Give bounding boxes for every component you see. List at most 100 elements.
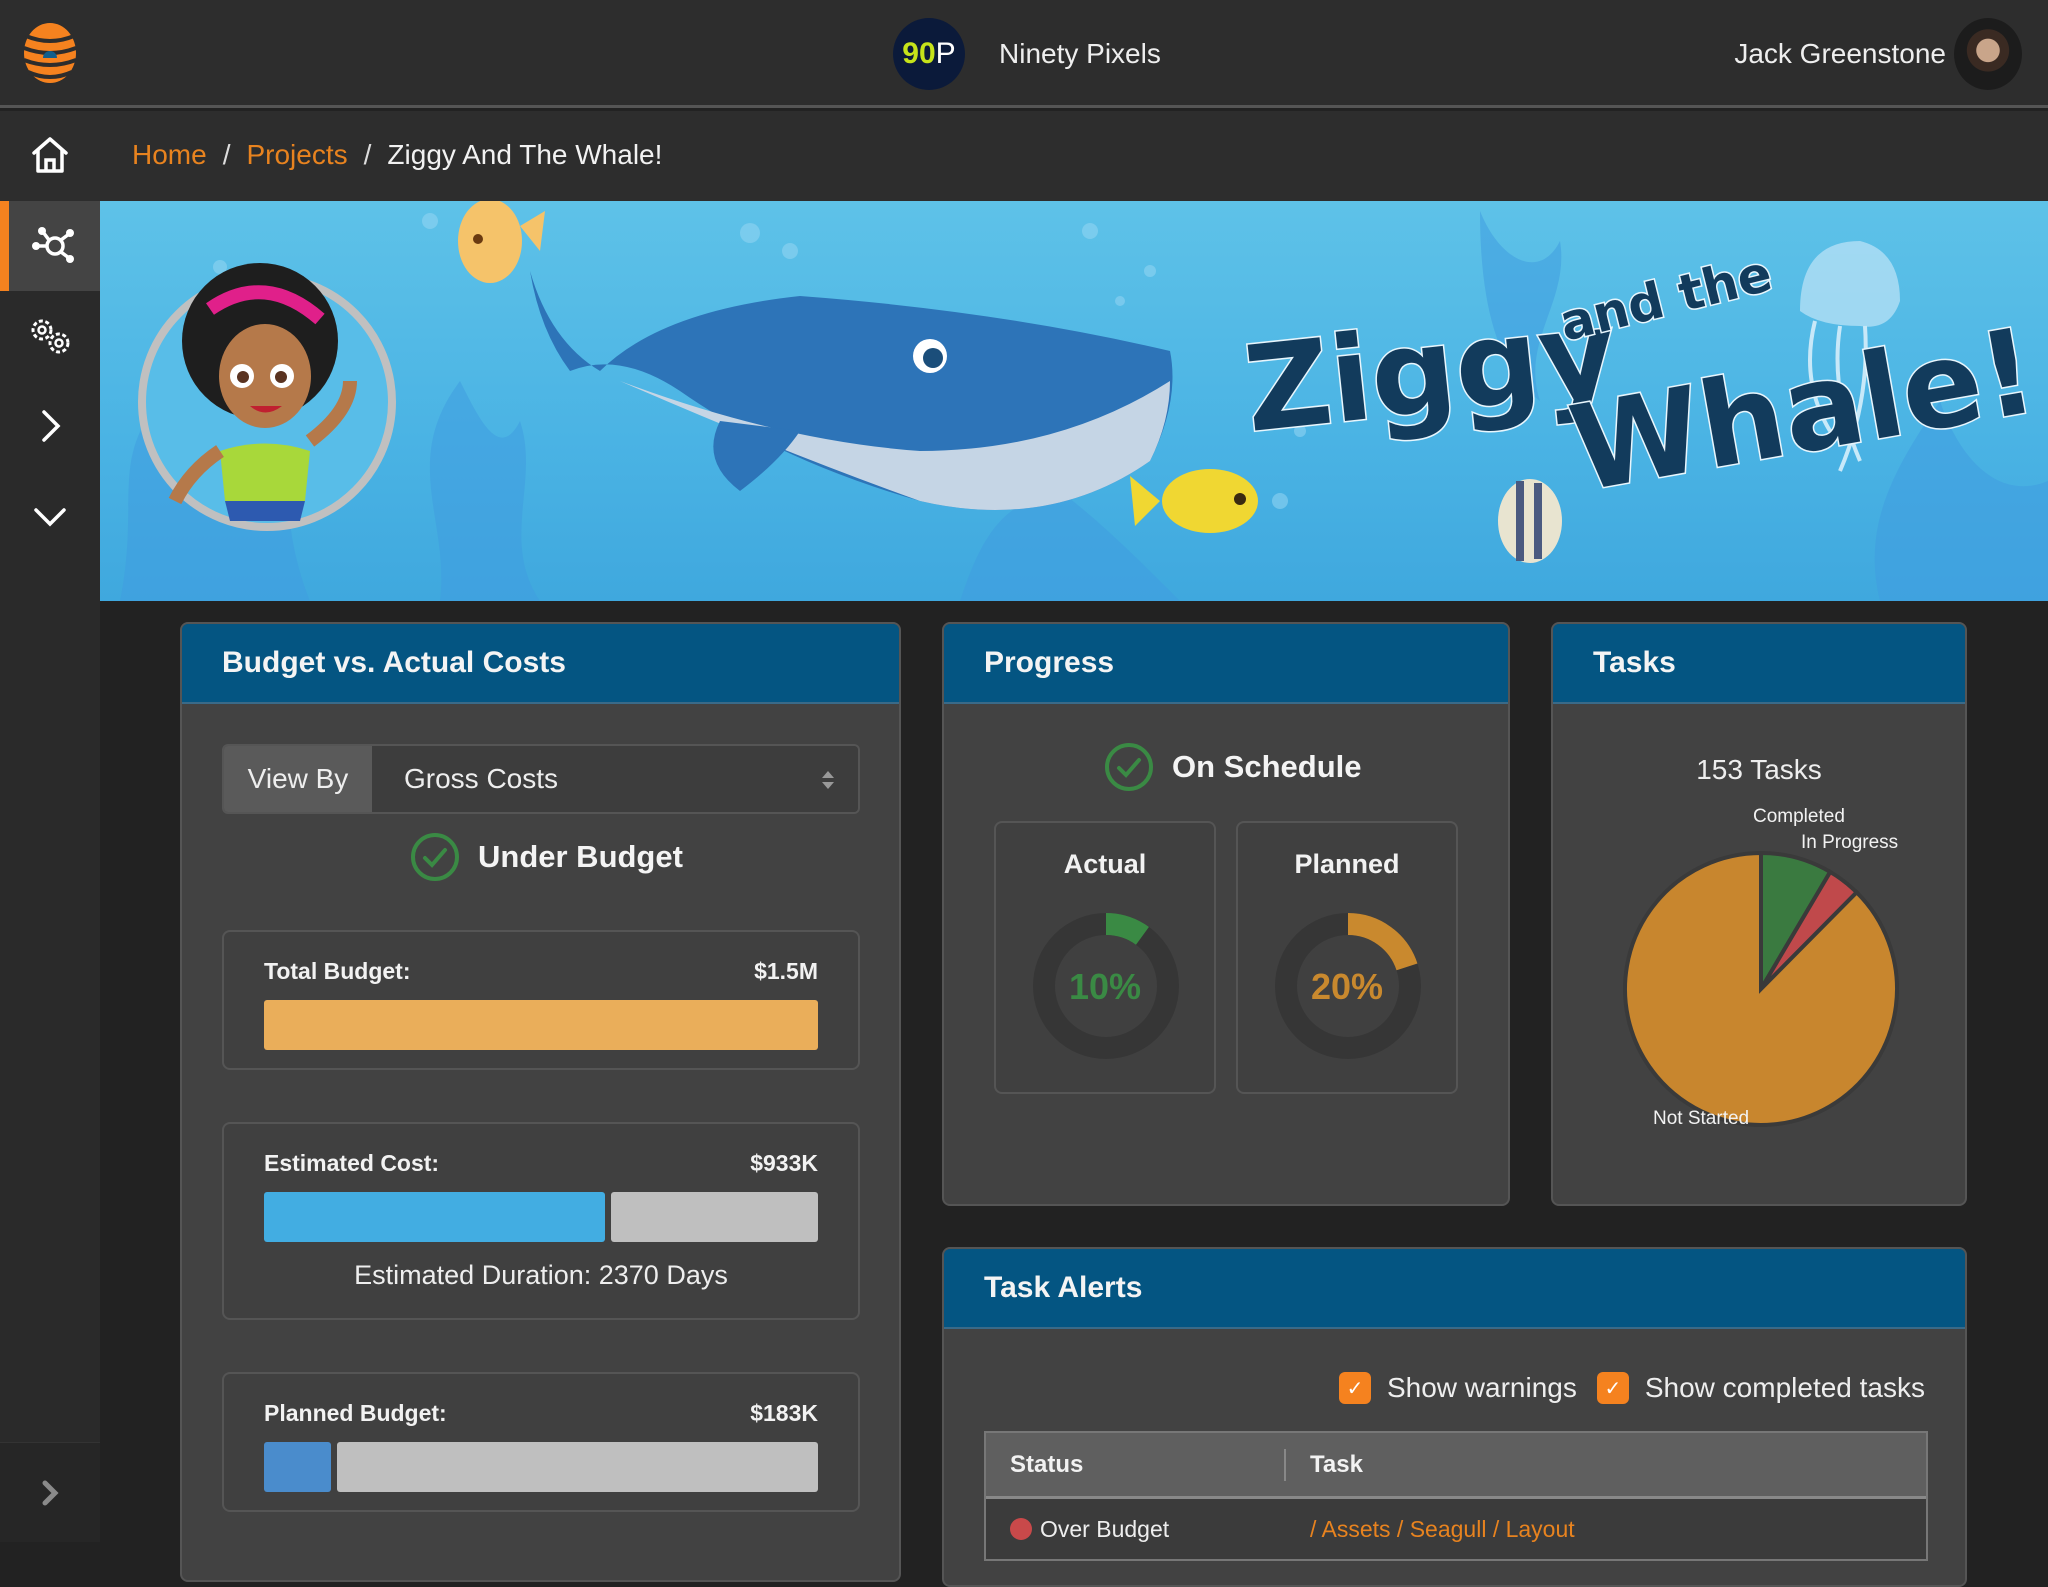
show-warnings-checkbox[interactable]: ✓ Show warnings xyxy=(1338,1372,1577,1404)
view-by-label: View By xyxy=(224,746,372,812)
table-header: Status Task xyxy=(986,1433,1926,1499)
bar-remaining xyxy=(610,1192,818,1242)
user-name: Jack Greenstone xyxy=(1734,38,1946,69)
tasks-card: Tasks 153 Tasks Completed In Progress Not … xyxy=(1551,622,1967,1206)
checkbox-checked-icon[interactable]: ✓ xyxy=(1338,1372,1371,1404)
gauge-fill xyxy=(1105,913,1149,946)
view-by-value: Gross Costs xyxy=(404,763,559,794)
badge-number: 90 xyxy=(902,37,936,70)
checkbox-checked-icon[interactable]: ✓ xyxy=(1596,1372,1629,1404)
check-circle-icon xyxy=(1105,743,1153,791)
bar-remaining xyxy=(336,1442,818,1492)
breadcrumb-current: Ziggy And The Whale! xyxy=(387,139,663,170)
table-row[interactable]: Over Budget / Assets / Seagull / Layout xyxy=(986,1499,1926,1559)
show-warnings-label: Show warnings xyxy=(1386,1372,1577,1403)
whale-illustration xyxy=(530,271,1173,510)
row-status: Over Budget xyxy=(986,1516,1286,1543)
task-alerts-title: Task Alerts xyxy=(944,1249,1965,1329)
select-arrows-icon xyxy=(822,771,834,789)
breadcrumb-separator: / xyxy=(222,139,231,170)
planned-budget-value: $183K xyxy=(750,1400,818,1426)
planned-budget-metric: Planned Budget: $183K xyxy=(222,1372,860,1512)
sidebar-toggle[interactable] xyxy=(0,1442,100,1542)
breadcrumb-separator: / xyxy=(363,139,372,170)
chevron-down-icon xyxy=(34,508,66,527)
bar-fill xyxy=(264,1000,818,1050)
budget-status-text: Under Budget xyxy=(478,839,683,874)
planned-gauge-label: Planned xyxy=(1294,849,1400,879)
bar-fill xyxy=(264,1442,331,1492)
sidebar-item-expand[interactable] xyxy=(0,381,100,471)
organization-name: Ninety Pixels xyxy=(999,38,1161,69)
sidebar-item-collapse[interactable] xyxy=(0,471,100,561)
view-by-control: View By Gross Costs xyxy=(222,744,860,814)
breadcrumb-projects[interactable]: Projects xyxy=(246,139,347,171)
organization-badge: 90 P xyxy=(893,18,965,90)
progress-card-title: Progress xyxy=(944,624,1508,704)
estimated-duration: Estimated Duration: 2370 Days xyxy=(354,1260,728,1290)
user-menu[interactable]: Jack Greenstone xyxy=(1734,18,2022,90)
character-avatar xyxy=(138,263,396,531)
breadcrumb: Home / Projects / Ziggy And The Whale! xyxy=(132,139,662,171)
status-dot-icon xyxy=(1010,1518,1032,1540)
network-nodes-icon xyxy=(31,227,74,263)
budget-card: Budget vs. Actual Costs View By Gross Co… xyxy=(180,622,901,1582)
schedule-status-text: On Schedule xyxy=(1172,749,1362,784)
tasks-total: 153 Tasks xyxy=(1696,754,1822,785)
gauge-fill xyxy=(1347,913,1418,971)
gears-icon xyxy=(31,319,70,354)
ocean-illustration: Ziggy and the Whale! xyxy=(120,201,2048,601)
breadcrumb-home[interactable]: Home xyxy=(132,139,207,171)
row-task-link[interactable]: / Assets / Seagull / Layout xyxy=(1286,1516,1575,1543)
planned-gauge-value: 20% xyxy=(1310,966,1384,1007)
budget-status: Under Budget xyxy=(410,832,683,882)
schedule-status: On Schedule xyxy=(1104,742,1361,792)
sidebar xyxy=(0,201,100,1542)
pie-label: Completed xyxy=(1753,806,1845,827)
actual-progress-gauge: Actual 10% xyxy=(994,821,1216,1094)
chevron-right-icon xyxy=(42,410,61,442)
top-bar: 90 P Ninety Pixels Jack Greenstone xyxy=(0,0,2048,108)
project-banner: Ziggy and the Whale! xyxy=(100,201,2048,601)
actual-gauge-value: 10% xyxy=(1068,966,1142,1007)
planned-progress-gauge: Planned 20% xyxy=(1236,821,1458,1094)
estimated-cost-value: $933K xyxy=(750,1150,818,1176)
show-completed-checkbox[interactable]: ✓ Show completed tasks xyxy=(1596,1372,1925,1404)
sidebar-item-network[interactable] xyxy=(0,201,100,291)
total-budget-metric: Total Budget: $1.5M xyxy=(222,930,860,1070)
estimated-cost-metric: Estimated Cost: $933K Estimated Duration… xyxy=(222,1122,860,1320)
tasks-card-title: Tasks xyxy=(1553,624,1965,704)
progress-card: Progress On Schedule Actual 10% Planned … xyxy=(942,622,1510,1206)
budget-card-title: Budget vs. Actual Costs xyxy=(182,624,899,704)
check-circle-icon xyxy=(411,833,459,881)
row-status-text: Over Budget xyxy=(1040,1515,1170,1542)
organization[interactable]: 90 P Ninety Pixels xyxy=(893,18,1161,90)
pie-label: In Progress xyxy=(1801,832,1898,853)
estimated-cost-label: Estimated Cost: xyxy=(264,1150,440,1176)
column-header-status[interactable]: Status xyxy=(986,1448,1286,1481)
user-avatar[interactable] xyxy=(1954,18,2022,90)
sidebar-item-settings[interactable] xyxy=(0,291,100,381)
breadcrumb-bar: Home / Projects / Ziggy And The Whale! xyxy=(0,111,2048,201)
total-budget-value: $1.5M xyxy=(754,958,818,984)
alert-filters: ✓ Show warnings ✓ Show completed tasks xyxy=(1338,1372,1925,1404)
home-icon[interactable] xyxy=(28,133,72,177)
view-by-select[interactable]: Gross Costs xyxy=(372,746,858,812)
task-alerts-card: Task Alerts ✓ Show warnings ✓ Show compl… xyxy=(942,1247,1967,1587)
estimated-cost-bar xyxy=(264,1192,818,1242)
bar-fill xyxy=(264,1192,605,1242)
total-budget-bar xyxy=(264,1000,818,1050)
tasks-pie-chart: Completed In Progress Not Started xyxy=(1623,806,1899,1129)
pie-slice-not-started[interactable] xyxy=(1623,850,1899,1127)
planned-budget-bar xyxy=(264,1442,818,1492)
badge-letter: P xyxy=(935,37,956,70)
beehive-logo-icon[interactable] xyxy=(22,22,78,84)
pie-label: Not Started xyxy=(1653,1108,1749,1129)
planned-budget-label: Planned Budget: xyxy=(264,1400,447,1426)
expand-sidebar-icon xyxy=(42,1480,59,1505)
total-budget-label: Total Budget: xyxy=(264,958,411,984)
dashboard: Budget vs. Actual Costs View By Gross Co… xyxy=(100,601,2048,1587)
column-header-task[interactable]: Task xyxy=(1286,1451,1363,1479)
actual-gauge-label: Actual xyxy=(1063,849,1147,879)
show-completed-label: Show completed tasks xyxy=(1644,1372,1925,1403)
